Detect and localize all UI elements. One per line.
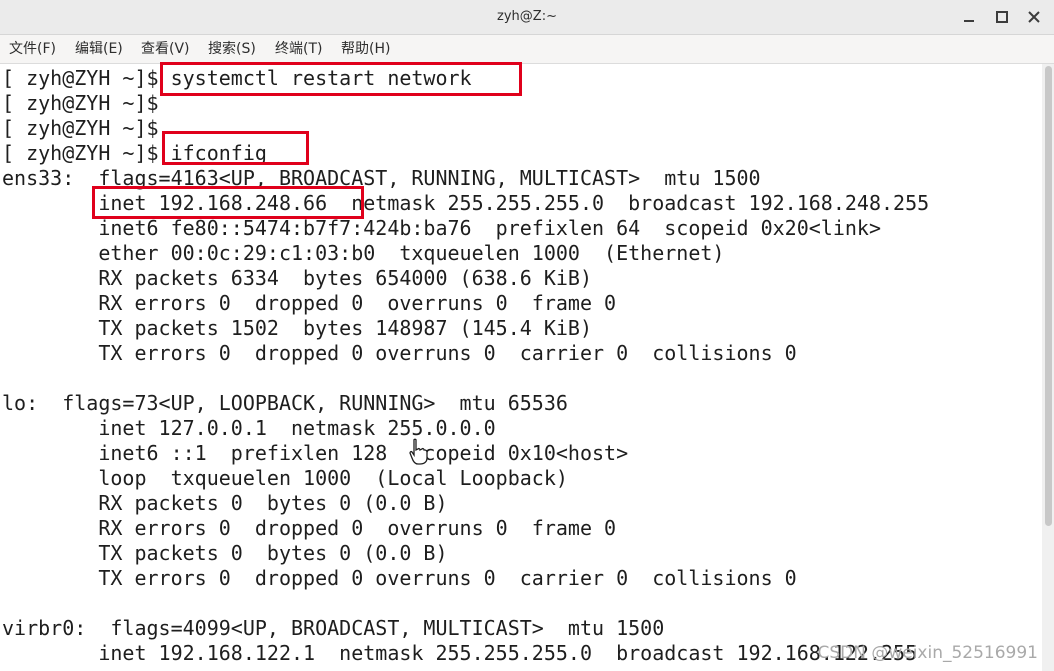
menu-file[interactable]: 文件(F) [9, 35, 56, 63]
terminal-line: lo: flags=73<UP, LOOPBACK, RUNNING> mtu … [2, 391, 568, 415]
terminal-line: [ zyh@ZYH ~]$ [2, 91, 159, 115]
terminal-line: inet6 ::1 prefixlen 128 scopeid 0x10<hos… [2, 441, 629, 465]
terminal-output[interactable]: [ zyh@ZYH ~]$ systemctl restart network … [0, 64, 1042, 671]
terminal-line: ether 00:0c:29:c1:03:b0 txqueuelen 1000 … [2, 241, 725, 265]
menu-bar: 文件(F) 编辑(E) 查看(V) 搜索(S) 终端(T) 帮助(H) [0, 35, 1054, 64]
terminal-line: [ zyh@ZYH ~]$ [2, 116, 159, 140]
terminal-line: TX errors 0 dropped 0 overruns 0 carrier… [2, 341, 797, 365]
scrollbar-thumb[interactable] [1045, 66, 1052, 526]
terminal-line: TX packets 1502 bytes 148987 (145.4 KiB) [2, 316, 593, 340]
minimize-icon[interactable] [961, 9, 977, 25]
close-icon[interactable] [1026, 9, 1042, 25]
menu-search[interactable]: 搜索(S) [208, 35, 256, 63]
mouse-cursor-icon [409, 438, 428, 465]
menu-terminal[interactable]: 终端(T) [275, 35, 322, 63]
menu-help[interactable]: 帮助(H) [341, 35, 390, 63]
terminal-scrollbar[interactable] [1042, 64, 1054, 671]
terminal-line: TX packets 0 bytes 0 (0.0 B) [2, 541, 448, 565]
highlight-inet-address [92, 186, 364, 219]
terminal-line: RX packets 0 bytes 0 (0.0 B) [2, 491, 448, 515]
window-title: zyh@Z:~ [497, 9, 557, 24]
menu-edit[interactable]: 编辑(E) [75, 35, 123, 63]
terminal-line: inet 192.168.122.1 netmask 255.255.255.0… [2, 641, 918, 665]
maximize-icon[interactable] [994, 9, 1010, 25]
highlight-ifconfig-command [162, 131, 309, 165]
window-titlebar[interactable]: zyh@Z:~ [0, 0, 1054, 35]
watermark: CSDN @weixin_52516991 [817, 643, 1038, 663]
terminal-line: RX packets 6334 bytes 654000 (638.6 KiB) [2, 266, 593, 290]
menu-view[interactable]: 查看(V) [141, 35, 190, 63]
terminal-line: loop txqueuelen 1000 (Local Loopback) [2, 466, 568, 490]
highlight-restart-command [160, 62, 522, 96]
terminal-line: inet6 fe80::5474:b7f7:424b:ba76 prefixle… [2, 216, 881, 240]
terminal-line: virbr0: flags=4099<UP, BROADCAST, MULTIC… [2, 616, 665, 640]
terminal-line: RX errors 0 dropped 0 overruns 0 frame 0 [2, 291, 617, 315]
terminal-line: TX errors 0 dropped 0 overruns 0 carrier… [2, 566, 797, 590]
terminal-line: RX errors 0 dropped 0 overruns 0 frame 0 [2, 516, 617, 540]
